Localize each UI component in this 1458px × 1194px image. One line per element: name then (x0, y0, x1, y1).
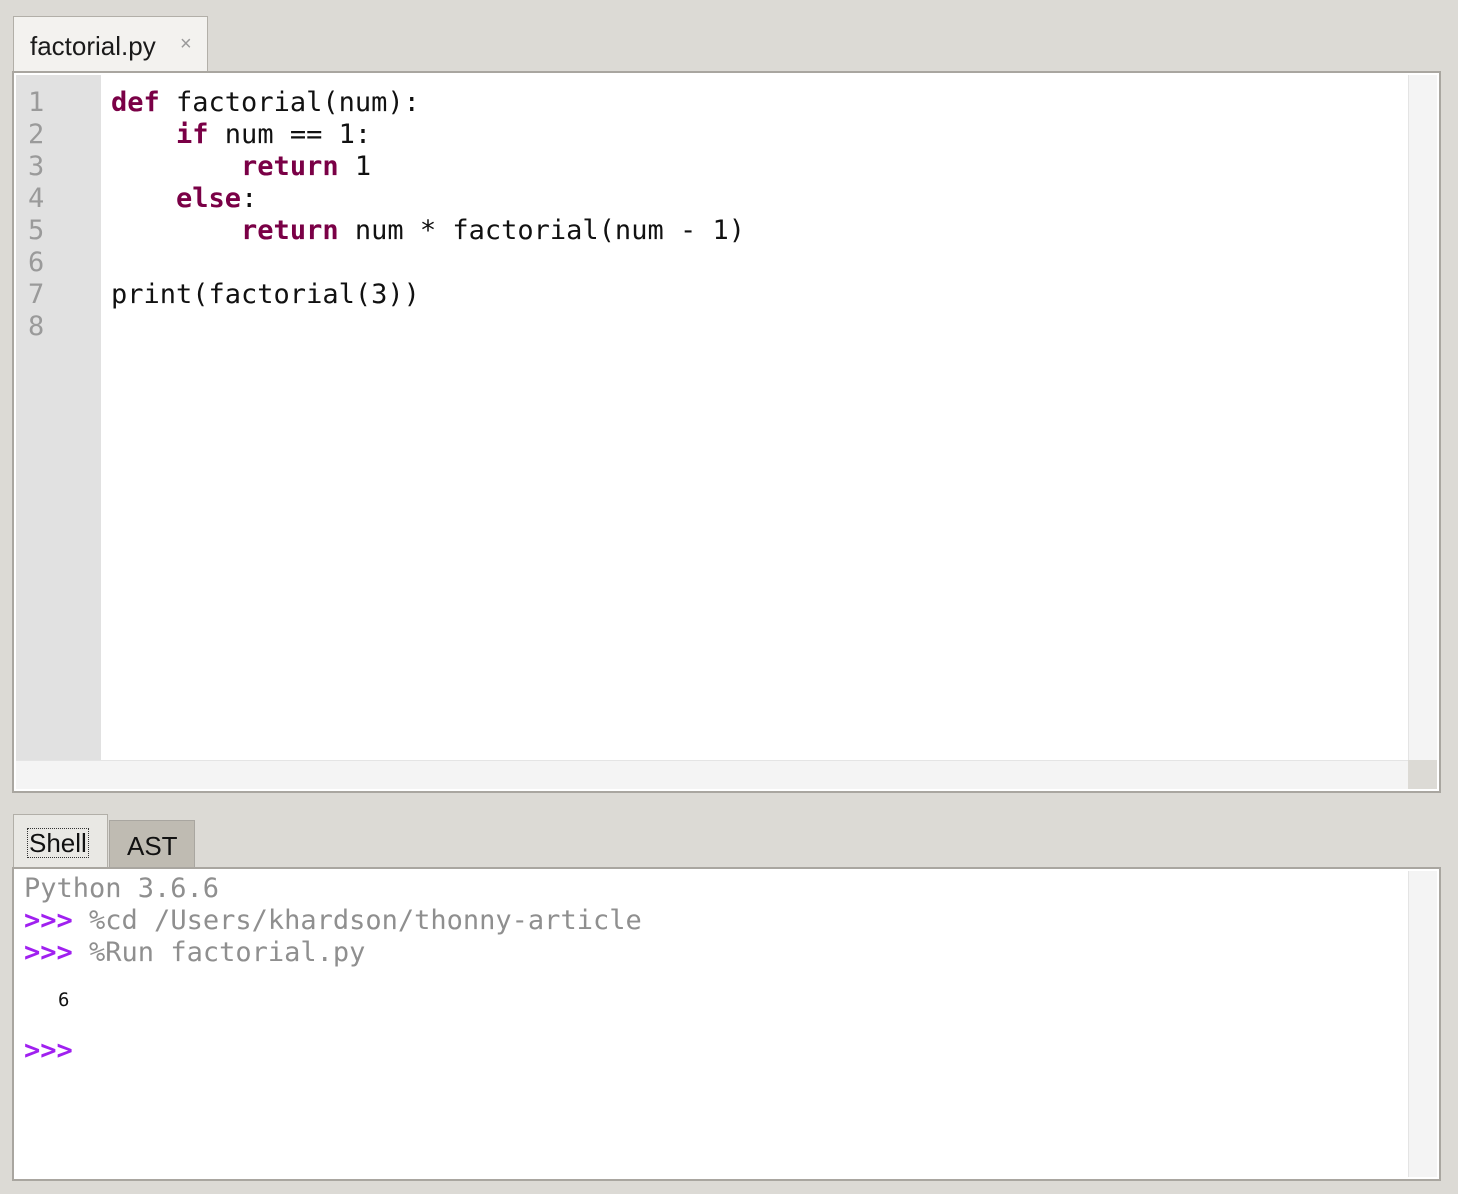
code-line-7: print(factorial(3)) (111, 279, 745, 311)
line-number-gutter: 1 2 3 4 5 6 7 8 (16, 75, 101, 761)
line-number: 7 (28, 279, 45, 310)
code-line-5: return num * factorial(num - 1) (111, 215, 745, 247)
line-number: 1 (28, 87, 45, 118)
code-token: : (241, 183, 258, 214)
tab-ast[interactable]: AST (109, 820, 195, 868)
shell-prompt: >>> (24, 905, 73, 936)
code-line-2: if num == 1: (111, 119, 745, 151)
shell-console[interactable]: Python 3.6.6 >>> %cd /Users/khardson/tho… (12, 867, 1441, 1181)
line-number: 3 (28, 151, 45, 182)
shell-prompt: >>> (24, 937, 73, 968)
shell-history-line: >>> %cd /Users/khardson/thonny-article (24, 905, 642, 937)
shell-prompt: >>> (24, 1035, 73, 1066)
shell-version-line: Python 3.6.6 (24, 873, 220, 904)
code-token: num == 1: (208, 119, 372, 150)
keyword-token: return (241, 151, 339, 182)
code-line-3: return 1 (111, 151, 745, 183)
keyword-token: return (241, 215, 339, 246)
shell-vertical-scrollbar[interactable] (1408, 871, 1437, 1177)
code-text[interactable]: def factorial(num): if num == 1: return … (111, 87, 745, 311)
code-token: print(factorial(3)) (111, 279, 420, 310)
code-line-4: else: (111, 183, 745, 215)
editor-horizontal-scrollbar[interactable] (16, 760, 1409, 789)
shell-input-line[interactable]: >>> (24, 1035, 73, 1067)
keyword-token: else (176, 183, 242, 214)
tab-shell-label: Shell (27, 828, 89, 858)
code-token: factorial(num): (159, 87, 420, 118)
shell-command: %cd /Users/khardson/thonny-article (72, 905, 642, 936)
shell-history-line: >>> %Run factorial.py (24, 937, 365, 969)
tab-shell[interactable]: Shell (13, 814, 108, 869)
shell-output: 6 (58, 989, 70, 1011)
code-editor[interactable]: 1 2 3 4 5 6 7 8 def factorial(num): if n… (12, 71, 1441, 793)
tab-ast-label: AST (127, 831, 178, 861)
code-token: num * factorial(num - 1) (338, 215, 745, 246)
scrollbar-corner (1408, 760, 1437, 789)
editor-tab-label: factorial.py (30, 31, 156, 61)
shell-command: %Run factorial.py (72, 937, 366, 968)
close-icon[interactable]: × (180, 33, 192, 56)
line-number: 5 (28, 215, 45, 246)
editor-vertical-scrollbar[interactable] (1408, 75, 1437, 761)
keyword-token: def (111, 87, 160, 118)
line-number: 8 (28, 311, 45, 342)
keyword-token: if (176, 119, 209, 150)
line-number: 2 (28, 119, 45, 150)
line-number: 4 (28, 183, 45, 214)
editor-tab-factorial[interactable]: factorial.py × (13, 16, 208, 72)
line-number: 6 (28, 247, 45, 278)
code-line-1: def factorial(num): (111, 87, 745, 119)
code-token: 1 (338, 151, 372, 182)
